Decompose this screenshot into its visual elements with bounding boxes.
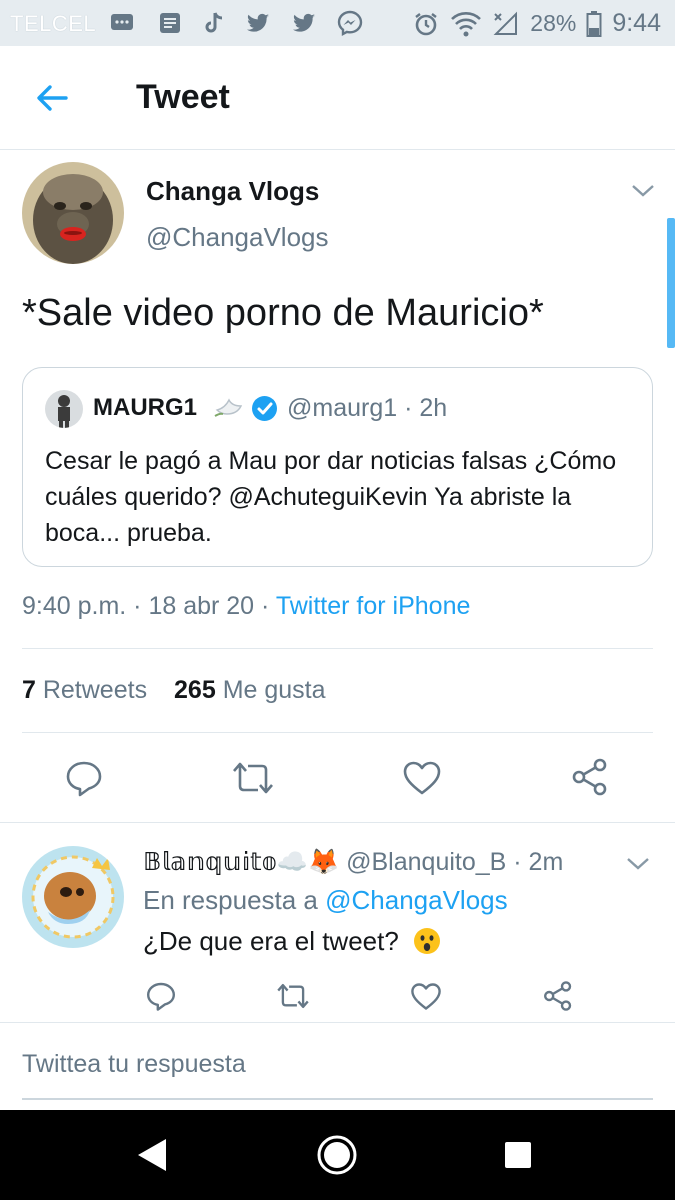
chevron-down-icon[interactable] (625, 856, 651, 872)
signal-icon (493, 11, 518, 35)
tweet-source-link[interactable]: Twitter for iPhone (276, 592, 471, 620)
surprised-face-icon (414, 928, 441, 954)
reply-compose-input[interactable]: Twittea tu respuesta (22, 1050, 653, 1096)
avatar[interactable] (22, 162, 124, 264)
likes-stat[interactable]: 265 Me gusta (174, 676, 326, 704)
battery-percent: 28% (530, 10, 577, 36)
quoted-avatar (45, 390, 83, 428)
heart-icon (411, 983, 441, 1010)
twitter-icon (293, 13, 315, 32)
quoted-handle-time: @maurg1 · 2h (287, 394, 448, 422)
messenger-icon (337, 10, 363, 37)
page-title: Tweet (136, 78, 230, 116)
like-button[interactable] (410, 982, 442, 1011)
share-button[interactable] (542, 980, 574, 1012)
share-button[interactable] (570, 757, 610, 797)
in-reply-to: En respuesta a @ChangaVlogs (143, 885, 508, 916)
reply-handle-time: @Blanquito_B · 2m (346, 848, 564, 876)
likes-label: Me gusta (215, 676, 326, 704)
reply-button[interactable] (145, 980, 177, 1012)
in-reply-prefix: En respuesta a (143, 885, 326, 915)
retweet-button[interactable] (230, 760, 276, 796)
tweet-stats: 7 Retweets 265 Me gusta (22, 676, 326, 705)
retweet-icon (233, 762, 273, 794)
share-icon (544, 981, 572, 1011)
compose-underline (22, 1098, 653, 1100)
reply-avatar[interactable] (22, 846, 124, 948)
reply-button[interactable] (64, 758, 104, 798)
reply-text-content: ¿De que era el tweet? (143, 926, 399, 956)
clock: 9:44 (612, 9, 661, 37)
divider (22, 648, 653, 649)
tweet-text: *Sale video porno de Mauricio* (22, 292, 544, 334)
retweet-icon (277, 983, 309, 1009)
reply-icon (147, 982, 175, 1011)
reply-icon (66, 761, 102, 797)
timestamp-text: 9:40 p.m. · 18 abr 20 · (22, 592, 276, 620)
tiktok-icon (205, 12, 223, 33)
nav-home-icon[interactable] (316, 1134, 358, 1176)
quoted-tweet-text: Cesar le pagó a Mau por dar noticias fal… (45, 447, 617, 547)
nav-back-icon[interactable] (134, 1136, 170, 1174)
battery-icon (586, 10, 602, 37)
quoted-author-name: MAURG1 (93, 394, 198, 421)
likes-count: 265 (174, 676, 216, 704)
reply-text: ¿De que era el tweet? (143, 926, 442, 957)
scrollbar[interactable] (667, 218, 675, 348)
chevron-down-icon[interactable] (630, 183, 656, 199)
reply-author-emojis: ☁️🦊 (276, 848, 340, 876)
message-icon (111, 14, 133, 30)
nav-recents-icon[interactable] (503, 1140, 533, 1170)
status-bar: TELCEL 28% 9:44 (0, 0, 675, 46)
divider (0, 1022, 675, 1023)
like-button[interactable] (402, 760, 442, 796)
twitter-icon (247, 13, 269, 32)
wifi-icon (451, 11, 482, 36)
heart-icon (403, 761, 441, 795)
back-arrow-icon[interactable] (30, 78, 74, 118)
dove-emoji-icon (214, 398, 243, 417)
divider (22, 732, 653, 733)
quoted-tweet[interactable]: MAURG1 @maurg1 · 2h Cesar le pagó a Mau … (22, 367, 653, 567)
in-reply-handle-link[interactable]: @ChangaVlogs (325, 885, 508, 915)
author-name[interactable]: Changa Vlogs (146, 176, 319, 207)
author-handle[interactable]: @ChangaVlogs (146, 222, 329, 253)
system-nav-bar (0, 1110, 675, 1200)
alarm-icon (415, 12, 438, 35)
carrier-label: TELCEL (10, 11, 97, 36)
verified-badge-icon (252, 396, 277, 421)
retweet-button[interactable] (275, 982, 311, 1010)
divider (0, 822, 675, 823)
reply-author-name: 𝔹𝕝𝕒𝕟𝕢𝕦𝕚𝕥𝕠 (143, 848, 277, 876)
app-header: Tweet (0, 46, 675, 150)
retweets-label: Retweets (35, 676, 148, 704)
reply-author[interactable]: 𝔹𝕝𝕒𝕟𝕢𝕦𝕚𝕥𝕠☁️🦊 @Blanquito_B · 2m (143, 847, 563, 877)
retweets-stat[interactable]: 7 Retweets (22, 676, 147, 704)
retweets-count: 7 (22, 676, 36, 704)
share-icon (572, 758, 607, 796)
news-icon (160, 13, 180, 33)
tweet-timestamp: 9:40 p.m. · 18 abr 20 · Twitter for iPho… (22, 592, 470, 621)
